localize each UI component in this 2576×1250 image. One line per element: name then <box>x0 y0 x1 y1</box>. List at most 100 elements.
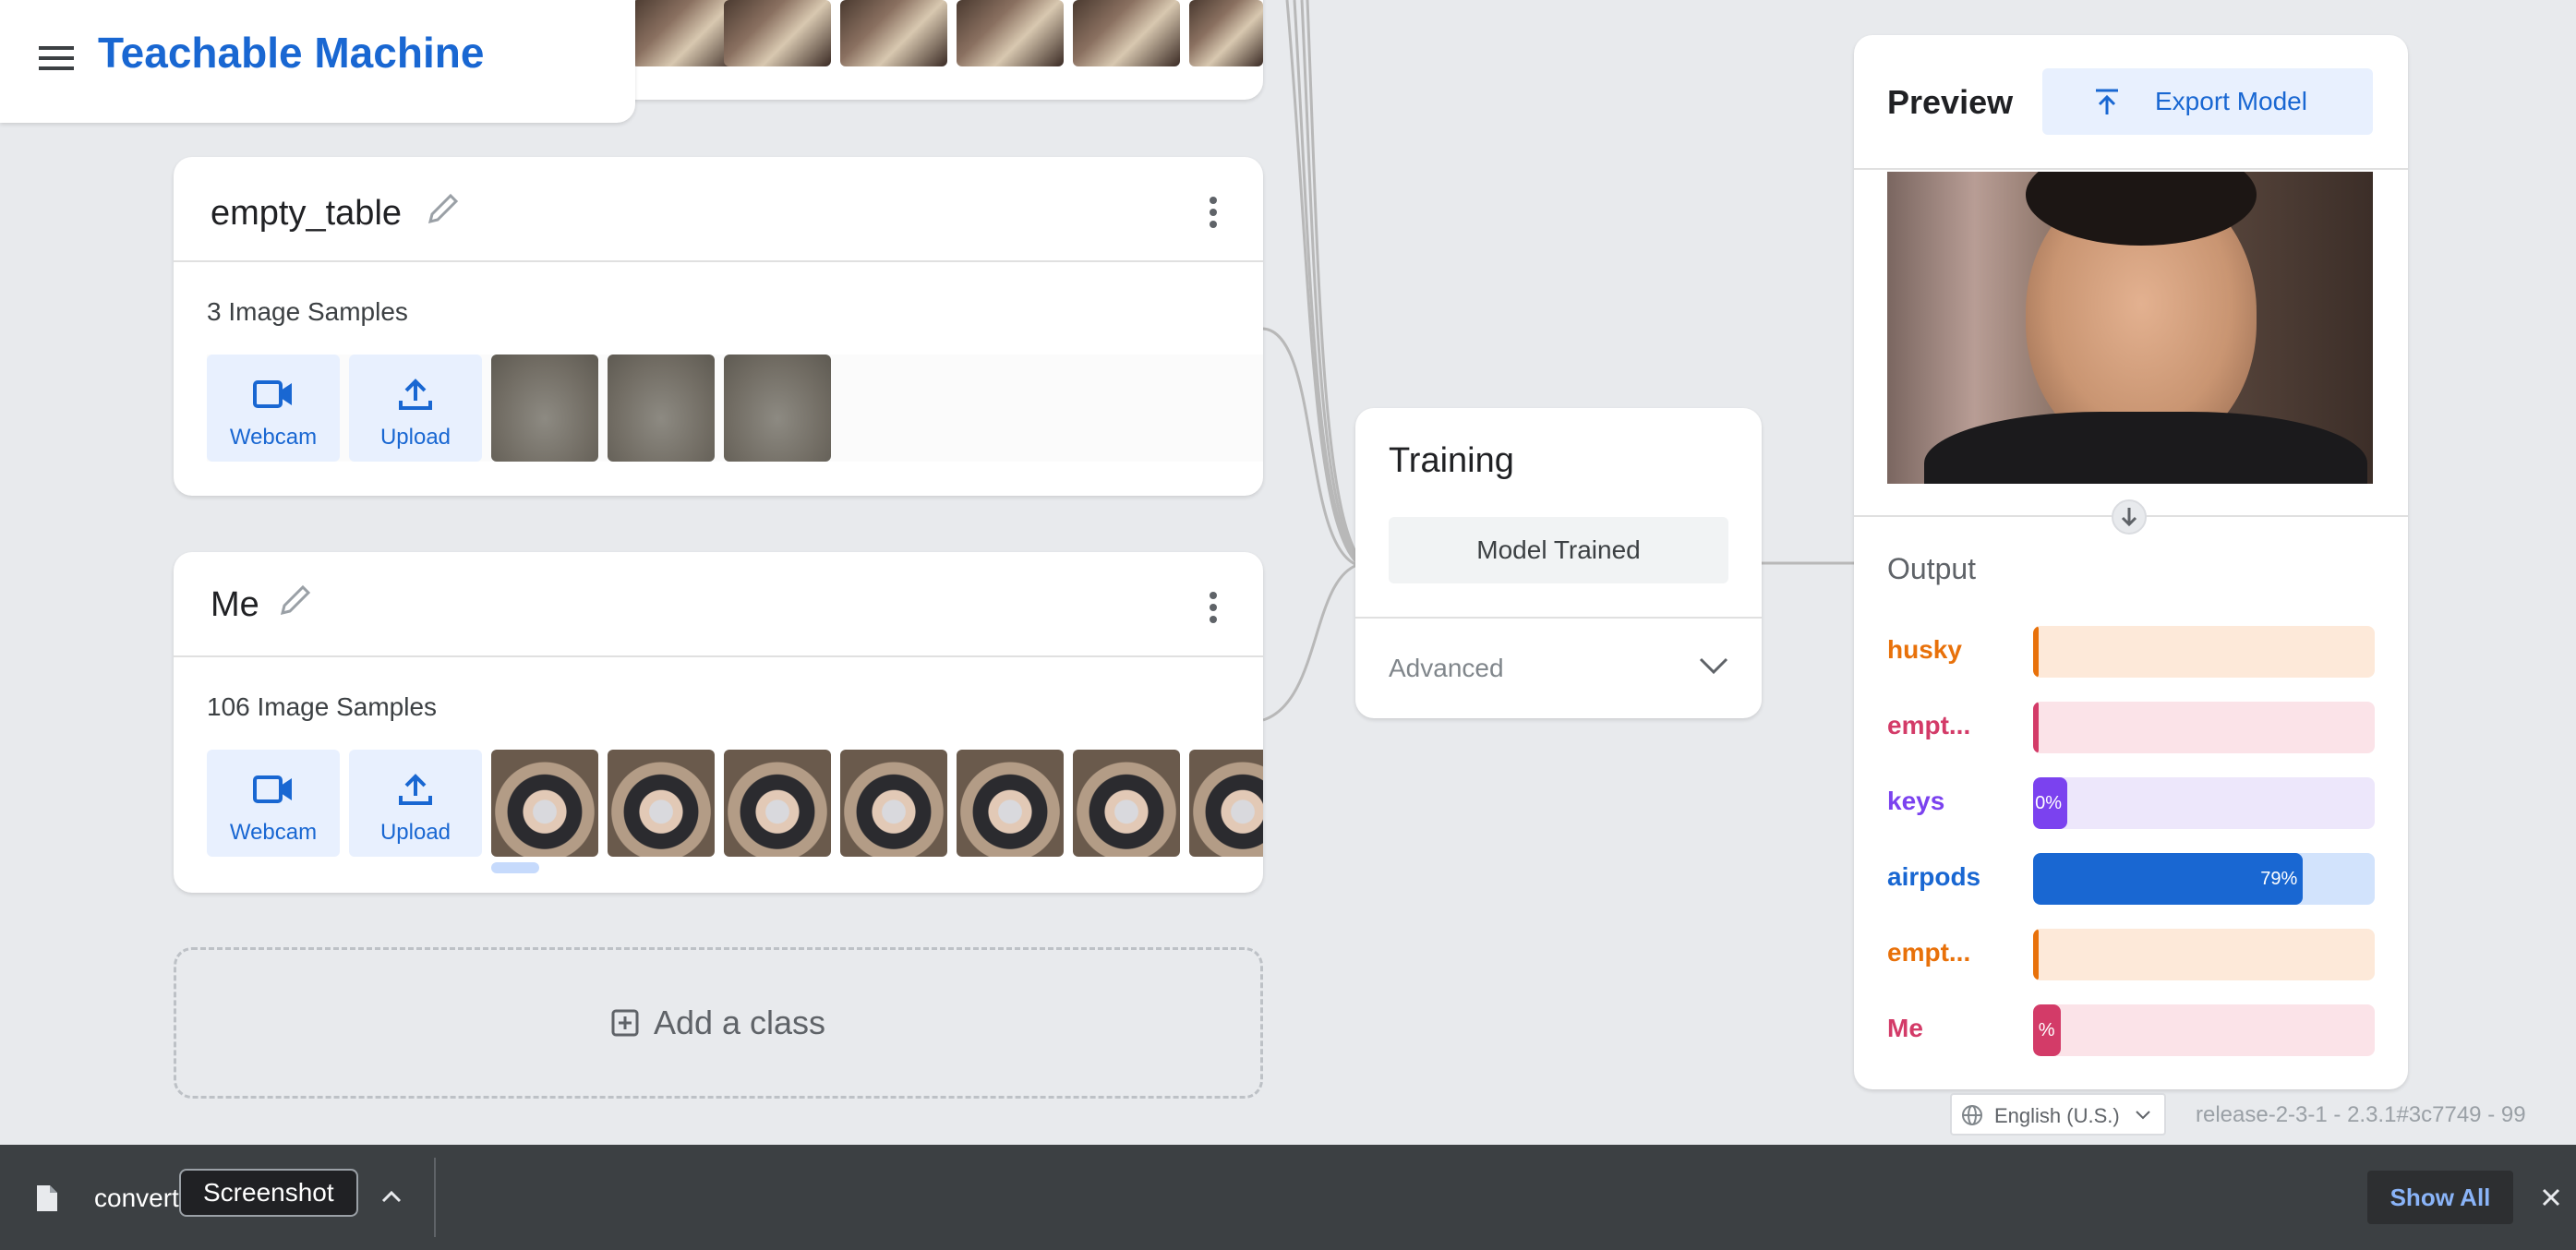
more-options-icon[interactable] <box>1208 591 1219 624</box>
output-label: husky <box>1887 635 1962 664</box>
sample-thumbnail[interactable] <box>491 750 598 857</box>
sample-thumbnail[interactable] <box>840 750 947 857</box>
horizontal-scrollbar[interactable] <box>491 862 539 873</box>
output-row: Me% <box>1887 1004 2377 1056</box>
confidence-bar: % <box>2033 1004 2375 1056</box>
release-label: release-2-3-1 - 2.3.1#3c7749 - 99 <box>2196 1102 2526 1127</box>
confidence-fill <box>2033 929 2039 980</box>
output-row: airpods 79% <box>1887 853 2377 905</box>
card-divider <box>1854 168 2408 170</box>
sample-thumbnail[interactable] <box>1073 0 1180 66</box>
add-class-label: Add a class <box>653 1004 826 1041</box>
output-row: empt... <box>1887 702 2377 753</box>
output-label: airpods <box>1887 862 1981 891</box>
globe-icon <box>1962 1105 1982 1125</box>
upload-icon <box>399 774 432 805</box>
class-name[interactable]: empty_table <box>211 194 402 234</box>
more-options-icon[interactable] <box>1208 196 1219 229</box>
chevron-down-icon <box>2136 1111 2150 1120</box>
sample-thumbnail[interactable] <box>1189 0 1263 66</box>
preview-title: Preview <box>1887 83 2014 121</box>
sample-thumbnail[interactable] <box>724 355 831 462</box>
sample-count: 3 Image Samples <box>207 297 408 326</box>
webcam-icon <box>253 380 292 408</box>
upload-label: Upload <box>379 820 451 845</box>
sample-thumbnail[interactable] <box>1189 750 1263 857</box>
sample-thumbnail[interactable] <box>724 0 831 66</box>
training-card: Training Model Trained Advanced <box>1355 408 1762 718</box>
sample-thumbnail[interactable] <box>1073 750 1180 857</box>
webcam-button[interactable]: Webcam <box>207 355 340 462</box>
sample-thumbnail[interactable] <box>840 0 947 66</box>
upload-icon <box>399 379 432 410</box>
confidence-bar <box>2033 929 2375 980</box>
confidence-fill <box>2033 626 2039 678</box>
screenshot-tooltip: Screenshot <box>179 1169 358 1217</box>
sample-thumbnail[interactable] <box>724 750 831 857</box>
app-title[interactable]: Teachable Machine <box>98 28 484 78</box>
sample-thumbnail[interactable] <box>632 0 739 66</box>
chevron-down-icon[interactable] <box>1697 655 1730 678</box>
webcam-button[interactable]: Webcam <box>207 750 340 857</box>
close-icon[interactable] <box>2541 1187 2561 1208</box>
confidence-bar: 79% <box>2033 853 2375 905</box>
output-label: empt... <box>1887 938 1971 967</box>
class-card-empty-table: empty_table 3 Image Samples Webcam Uploa… <box>174 157 1263 496</box>
webcam-icon <box>253 775 292 803</box>
confidence-bar <box>2033 626 2375 678</box>
output-label: Me <box>1887 1014 1923 1042</box>
edit-pencil-icon[interactable] <box>277 582 314 619</box>
card-divider <box>174 655 1263 657</box>
upload-label: Upload <box>379 425 451 450</box>
sample-thumbnail[interactable] <box>608 355 715 462</box>
class-name[interactable]: Me <box>211 585 259 625</box>
sample-thumbnail[interactable] <box>957 750 1064 857</box>
download-bar-divider <box>434 1158 436 1237</box>
app-header: Teachable Machine <box>0 0 635 123</box>
language-label: English (U.S.) <box>1994 1104 2120 1127</box>
download-bar: convert Screenshot Show All <box>0 1145 2576 1250</box>
shirt-shape <box>1924 412 2367 484</box>
show-all-button[interactable]: Show All <box>2367 1171 2513 1224</box>
edit-pencil-icon[interactable] <box>425 190 462 227</box>
output-list: husky empt... keys 0% airpods 79% empt... Me% <box>1887 626 2377 1088</box>
export-model-label: Export Model <box>2155 87 2307 115</box>
card-divider <box>174 260 1263 262</box>
confidence-bar <box>2033 702 2375 753</box>
training-title: Training <box>1389 441 1514 480</box>
webcam-label: Webcam <box>229 425 318 450</box>
output-row: husky <box>1887 626 2377 678</box>
output-row: keys 0% <box>1887 777 2377 829</box>
class-card-me: Me 106 Image Samples Webcam Upload <box>174 552 1263 893</box>
download-file-name[interactable]: convert <box>94 1184 179 1213</box>
language-selector[interactable]: English (U.S.) <box>1950 1093 2166 1136</box>
arrow-down-circle-icon <box>2112 499 2147 535</box>
confidence-bar: 0% <box>2033 777 2375 829</box>
output-title: Output <box>1887 552 1977 585</box>
sample-thumbnail[interactable] <box>608 750 715 857</box>
file-icon <box>37 1185 57 1211</box>
confidence-fill: 0% <box>2033 777 2067 829</box>
confidence-fill: % <box>2033 1004 2061 1056</box>
webcam-label: Webcam <box>229 820 318 845</box>
output-label: keys <box>1887 787 1945 815</box>
confidence-fill <box>2033 702 2039 753</box>
output-row: empt... <box>1887 929 2377 980</box>
upload-button[interactable]: Upload <box>349 355 482 462</box>
sample-count: 106 Image Samples <box>207 692 438 721</box>
model-trained-button[interactable]: Model Trained <box>1389 517 1728 583</box>
add-box-icon <box>611 1009 639 1037</box>
preview-card: Preview Export Model Output husky empt...… <box>1854 35 2408 1089</box>
sample-thumbnail[interactable] <box>491 355 598 462</box>
advanced-label[interactable]: Advanced <box>1389 654 1504 683</box>
hamburger-menu-icon[interactable] <box>39 44 76 72</box>
output-label: empt... <box>1887 711 1971 739</box>
upload-button[interactable]: Upload <box>349 750 482 857</box>
export-upload-icon <box>2096 89 2118 114</box>
add-class-button[interactable]: Add a class <box>174 947 1263 1099</box>
webcam-preview-image <box>1887 172 2373 484</box>
sample-thumbnail[interactable] <box>957 0 1064 66</box>
chevron-up-icon[interactable] <box>380 1189 403 1204</box>
confidence-fill: 79% <box>2033 853 2304 905</box>
export-model-button[interactable]: Export Model <box>2042 68 2373 135</box>
